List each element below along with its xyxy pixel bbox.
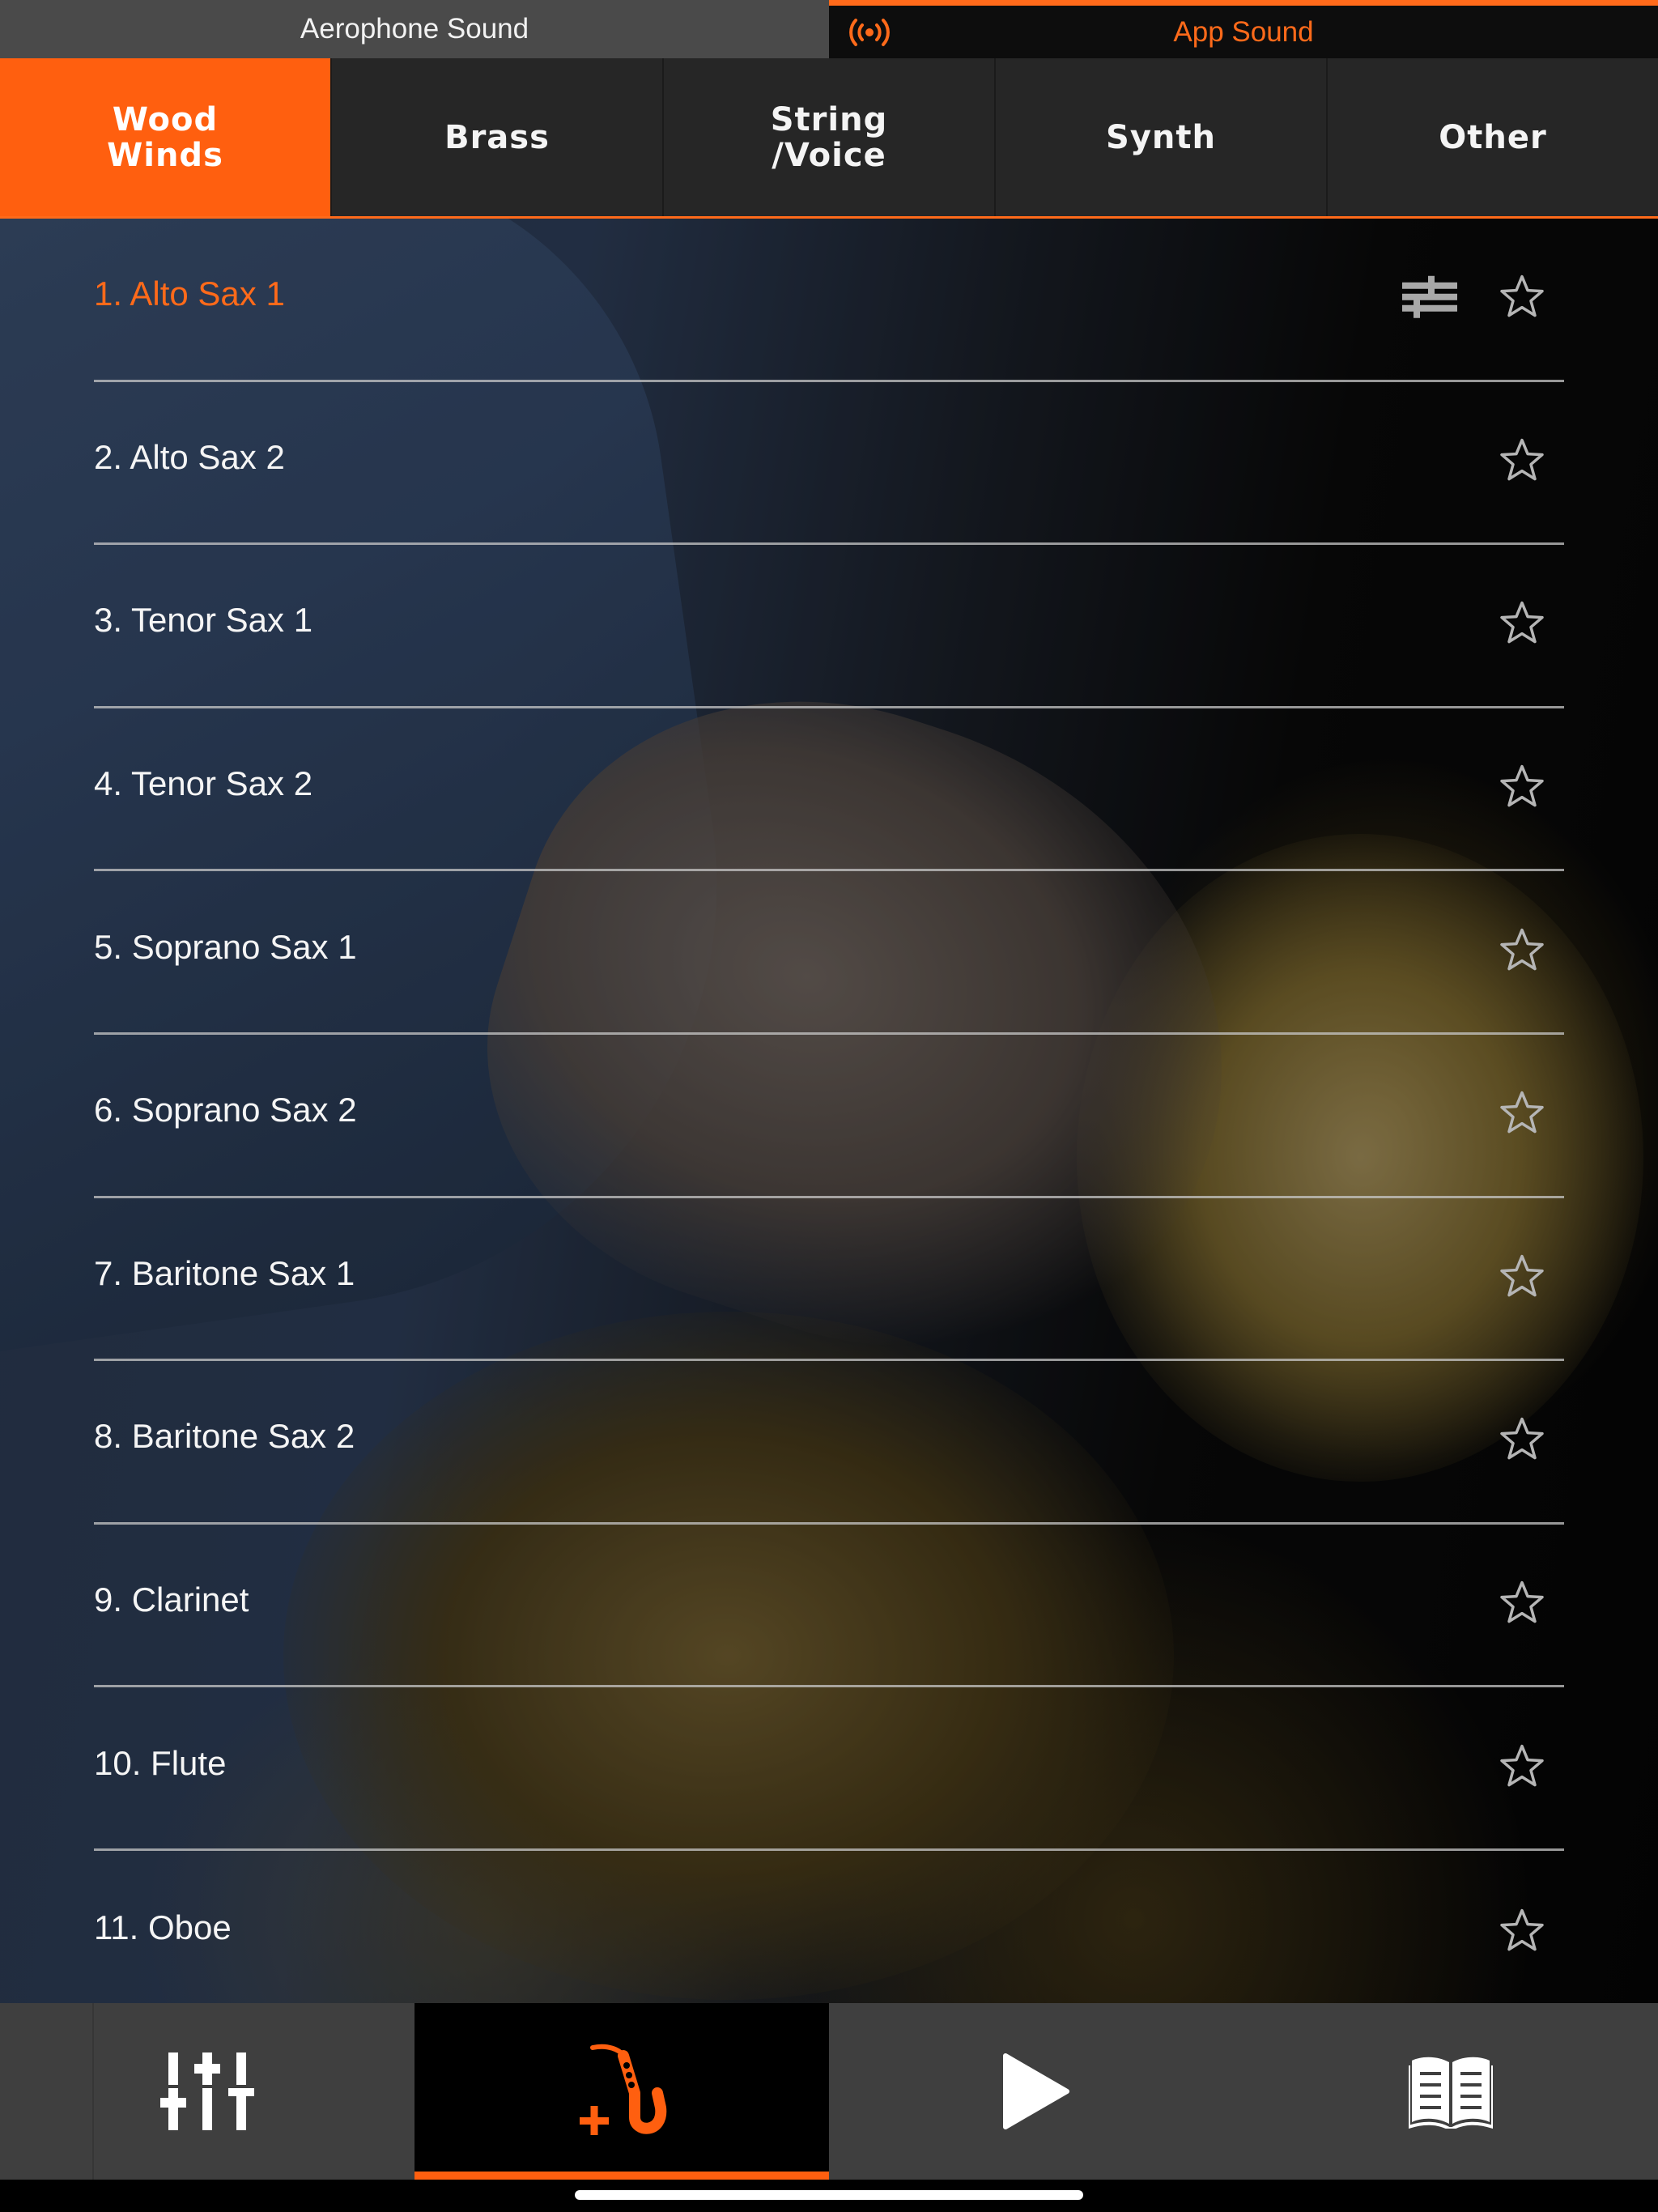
nav-tone-button[interactable]: [414, 2003, 829, 2180]
sliders-edit-icon[interactable]: [1401, 274, 1459, 320]
nav-mixer-button[interactable]: [0, 2003, 414, 2180]
tone-row-8[interactable]: 8. Baritone Sax 2: [94, 1361, 1564, 1525]
tone-row-9[interactable]: 9. Clarinet: [94, 1525, 1564, 1688]
tone-name: 3. Tenor Sax 1: [94, 601, 313, 640]
star-outline-icon[interactable]: [1498, 925, 1546, 974]
tone-name: 1. Alto Sax 1: [94, 274, 285, 313]
bottom-navigation: [0, 2003, 1658, 2180]
tab-synth[interactable]: Synth: [996, 58, 1328, 216]
tone-name: 4. Tenor Sax 2: [94, 764, 313, 803]
tone-name: 10. Flute: [94, 1743, 227, 1782]
tab-app-sound-label: App Sound: [1173, 15, 1314, 48]
tone-name: 11. Oboe: [94, 1908, 232, 1946]
star-outline-icon[interactable]: [1498, 599, 1546, 648]
star-outline-icon[interactable]: [1498, 273, 1546, 321]
tab-app-sound[interactable]: App Sound: [829, 0, 1658, 58]
tone-row-2[interactable]: 2. Alto Sax 2: [94, 382, 1564, 546]
category-tabs: Wood Winds Brass String /Voice Synth Oth…: [0, 58, 1658, 219]
tab-aerophone-sound[interactable]: Aerophone Sound: [0, 0, 829, 58]
star-outline-icon[interactable]: [1498, 1579, 1546, 1627]
tone-row-4[interactable]: 4. Tenor Sax 2: [94, 708, 1564, 872]
tone-row-1[interactable]: 1. Alto Sax 1: [94, 219, 1564, 382]
tone-row-10[interactable]: 10. Flute: [94, 1687, 1564, 1851]
mixer-sliders-icon: [160, 2052, 254, 2130]
star-outline-icon[interactable]: [1498, 1742, 1546, 1790]
star-outline-icon[interactable]: [1498, 1415, 1546, 1464]
play-icon: [1003, 2053, 1069, 2129]
tone-row-5[interactable]: 5. Soprano Sax 1: [94, 871, 1564, 1035]
tab-other[interactable]: Other: [1328, 58, 1658, 216]
nav-manual-button[interactable]: [1244, 2003, 1658, 2180]
tone-name: 6. Soprano Sax 2: [94, 1091, 357, 1129]
tone-row-3[interactable]: 3. Tenor Sax 1: [94, 545, 1564, 708]
star-outline-icon[interactable]: [1498, 1906, 1546, 1955]
tone-list: 1. Alto Sax 1 2. Alto Sax 2 3. Tenor Sax…: [94, 219, 1564, 2014]
tone-name: 5. Soprano Sax 1: [94, 927, 357, 966]
star-outline-icon[interactable]: [1498, 1252, 1546, 1300]
tab-brass[interactable]: Brass: [332, 58, 664, 216]
tone-row-6[interactable]: 6. Soprano Sax 2: [94, 1035, 1564, 1198]
tab-wood-winds[interactable]: Wood Winds: [0, 58, 332, 216]
star-outline-icon[interactable]: [1498, 436, 1546, 484]
tab-string-voice[interactable]: String /Voice: [664, 58, 996, 216]
sound-source-toggle: Aerophone Sound App Sound: [0, 0, 1658, 58]
tab-aerophone-sound-label: Aerophone Sound: [300, 13, 529, 45]
tone-row-7[interactable]: 7. Baritone Sax 1: [94, 1198, 1564, 1362]
tone-name: 7. Baritone Sax 1: [94, 1253, 355, 1292]
tone-name: 2. Alto Sax 2: [94, 437, 285, 476]
star-outline-icon[interactable]: [1498, 1089, 1546, 1138]
tone-name: 8. Baritone Sax 2: [94, 1417, 355, 1456]
open-book-icon: [1409, 2057, 1493, 2129]
tone-row-11[interactable]: 11. Oboe: [94, 1851, 1564, 2014]
wireless-signal-icon: [849, 18, 890, 46]
nav-play-button[interactable]: [829, 2003, 1244, 2180]
star-outline-icon[interactable]: [1498, 763, 1546, 811]
saxophone-add-icon: [580, 2044, 667, 2135]
home-indicator[interactable]: [575, 2190, 1083, 2200]
tone-name: 9. Clarinet: [94, 1580, 249, 1619]
